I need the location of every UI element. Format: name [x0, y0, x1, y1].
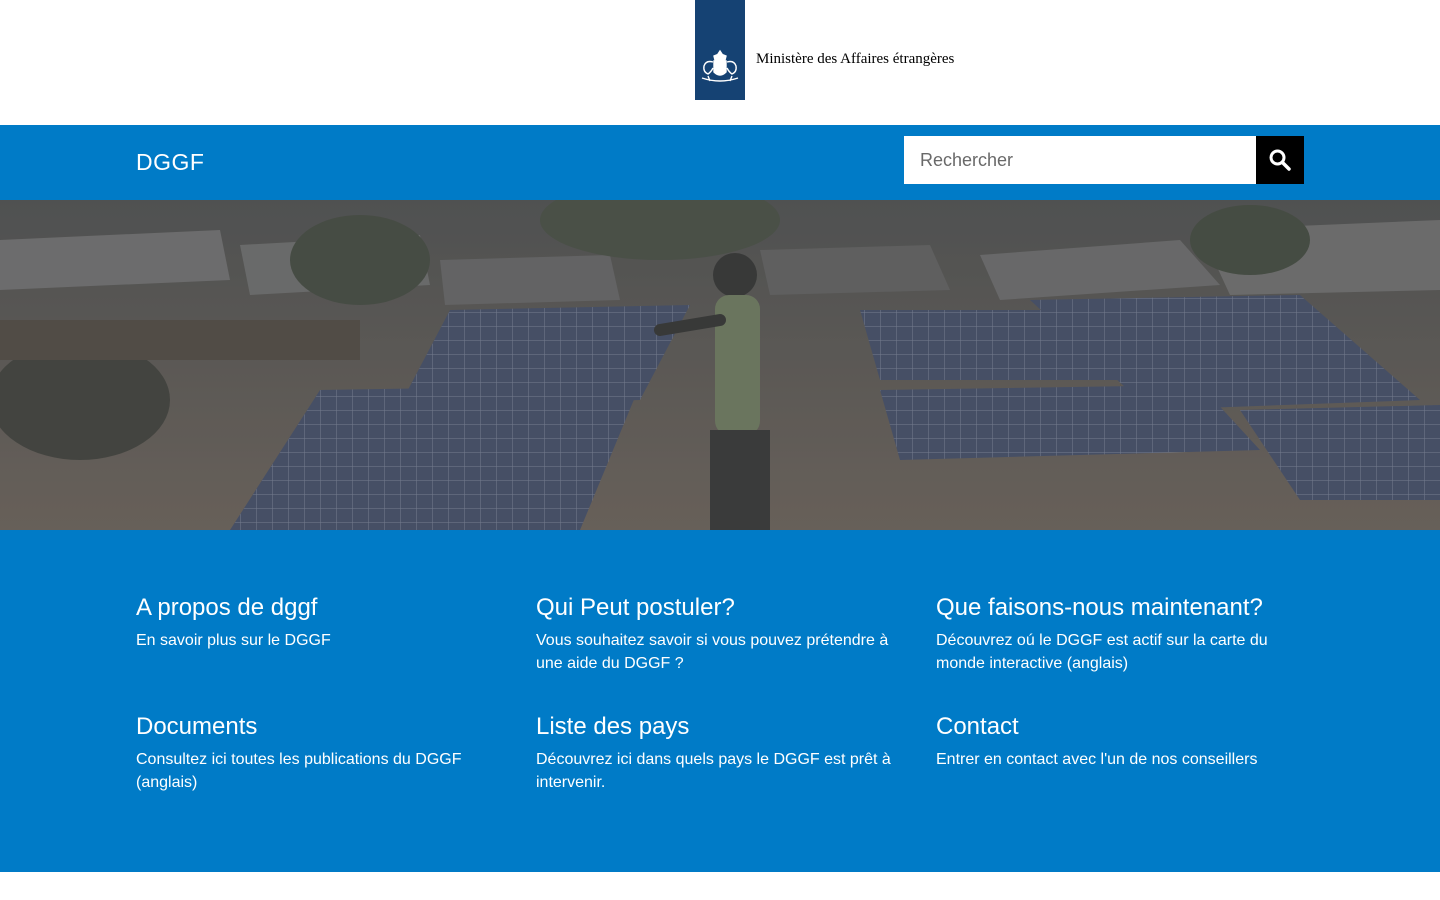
ministry-name: Ministère des Affaires étrangères	[756, 51, 955, 67]
search-input[interactable]	[904, 136, 1256, 184]
tile-title: Qui Peut postuler?	[536, 594, 735, 621]
search-button[interactable]	[1256, 136, 1304, 184]
tile-country-list[interactable]: Liste des pays Découvrez ici dans quels …	[536, 712, 906, 794]
tile-about[interactable]: A propos de dggf En savoir plus sur le D…	[136, 593, 506, 652]
tile-title: Documents	[136, 713, 258, 740]
tile-description: Découvrez ici dans quels pays le DGGF es…	[536, 751, 891, 791]
tiles-section: A propos de dggf En savoir plus sur le D…	[0, 530, 1440, 872]
navigation-bar: DGGF	[0, 125, 1440, 200]
ministry-logo[interactable]	[695, 0, 745, 100]
tile-title: Contact	[936, 713, 1019, 740]
hero-image	[0, 200, 1440, 530]
tile-description: Entrer en contact avec l'un de nos conse…	[936, 751, 1258, 768]
tile-documents[interactable]: Documents Consultez ici toutes les publi…	[136, 712, 506, 794]
tile-description: Vous souhaitez savoir si vous pouvez pré…	[536, 632, 889, 672]
tile-description: Consultez ici toutes les publications du…	[136, 751, 462, 791]
tile-title: Liste des pays	[536, 713, 690, 740]
dutch-coat-of-arms-icon	[701, 49, 739, 82]
tile-title: Que faisons-nous maintenant?	[936, 594, 1263, 621]
tile-who-can-apply[interactable]: Qui Peut postuler? Vous souhaitez savoir…	[536, 593, 906, 675]
tile-title: A propos de dggf	[136, 594, 318, 621]
page-bottom-spacer	[0, 872, 1440, 900]
site-title-link[interactable]: DGGF	[136, 149, 204, 176]
tile-description: En savoir plus sur le DGGF	[136, 632, 331, 649]
site-header: Ministère des Affaires étrangères	[0, 0, 1440, 125]
tile-description: Découvrez oú le DGGF est actif sur la ca…	[936, 632, 1268, 672]
tile-what-we-do[interactable]: Que faisons-nous maintenant? Découvrez o…	[936, 593, 1306, 675]
search-icon	[1269, 149, 1291, 171]
solar-panels-photo	[0, 200, 1440, 530]
tile-contact[interactable]: Contact Entrer en contact avec l'un de n…	[936, 712, 1306, 771]
